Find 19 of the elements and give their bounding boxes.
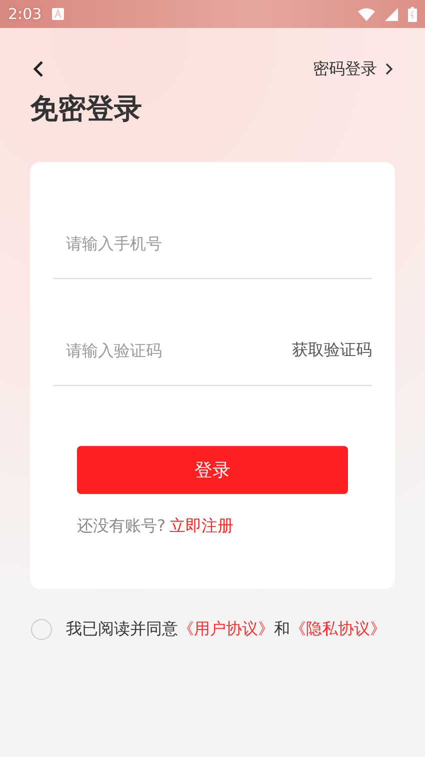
password-login-link[interactable]: 密码登录 xyxy=(313,58,393,80)
agreement-link[interactable]: 《用户协议》 xyxy=(178,619,274,638)
page-title: 免密登录 xyxy=(30,91,143,127)
status-time: 2:03 xyxy=(8,5,42,23)
signal-icon xyxy=(385,8,398,20)
agreement-text: 我已阅读并同意《用户协议》和《隐私协议》 xyxy=(66,619,386,640)
get-code-button[interactable]: 获取验证码 xyxy=(292,340,372,360)
chevron-right-icon xyxy=(385,62,393,76)
login-button[interactable]: 登录 xyxy=(77,446,348,494)
agree-radio[interactable] xyxy=(31,619,52,640)
wifi-icon xyxy=(358,8,375,20)
notification-icon xyxy=(52,8,64,20)
back-button[interactable] xyxy=(32,59,46,79)
code-input-field[interactable]: 请输入验证码 xyxy=(53,332,292,368)
phone-input-field[interactable]: 请输入手机号 xyxy=(53,225,372,261)
agreement-link[interactable]: 《隐私协议》 xyxy=(290,619,386,638)
register-link[interactable]: 立即注册 xyxy=(170,516,234,537)
battery-icon xyxy=(408,6,417,22)
register-prompt: 还没有账号? xyxy=(77,516,166,537)
